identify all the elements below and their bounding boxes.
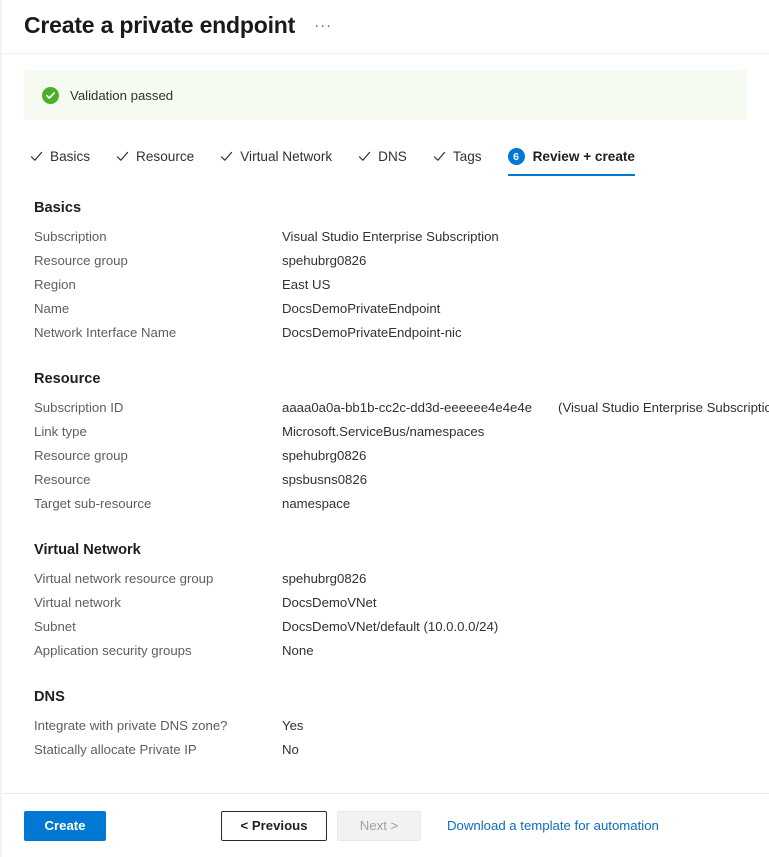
row-value: DocsDemoPrivateEndpoint <box>282 301 441 316</box>
previous-button[interactable]: < Previous <box>221 810 327 841</box>
review-row: Virtual network resource group spehubrg0… <box>34 571 747 595</box>
row-label: Region <box>34 277 76 292</box>
review-row: Statically allocate Private IP No <box>34 742 747 766</box>
row-label: Statically allocate Private IP <box>34 742 197 757</box>
section-virtual-network: Virtual Network Virtual network resource… <box>34 542 747 667</box>
row-value: namespace <box>282 496 351 511</box>
row-label: Application security groups <box>34 643 192 658</box>
step-badge: 6 <box>507 148 525 165</box>
tab-basics[interactable]: Basics <box>30 142 90 176</box>
validation-message: Validation passed <box>70 87 174 103</box>
row-label: Link type <box>34 424 87 439</box>
success-check-icon <box>42 86 59 104</box>
checkmark-icon <box>358 150 371 163</box>
blade-content: Validation passed Basics Resource Virtua… <box>2 54 769 793</box>
review-row: Subscription ID aaaa0a0a-bb1b-cc2c-dd3d-… <box>34 400 769 424</box>
review-row: Network Interface Name DocsDemoPrivateEn… <box>34 325 747 349</box>
wizard-tabs: Basics Resource Virtual Network DNS Tags… <box>30 142 769 176</box>
tab-virtual-network[interactable]: Virtual Network <box>220 142 332 176</box>
section-title: Resource <box>34 371 101 387</box>
row-value: spehubrg0826 <box>282 253 367 268</box>
row-value: None <box>282 643 314 658</box>
row-value: spehubrg0826 <box>282 571 367 586</box>
row-label: Virtual network resource group <box>34 571 214 586</box>
blade-header: Create a private endpoint ··· <box>2 0 769 54</box>
tab-label: DNS <box>378 149 407 164</box>
page-title: Create a private endpoint <box>24 12 296 38</box>
row-value: aaaa0a0a-bb1b-cc2c-dd3d-eeeeee4e4e4e <box>282 400 533 415</box>
section-dns: DNS Integrate with private DNS zone? Yes… <box>34 689 747 766</box>
row-value: East US <box>282 277 331 292</box>
review-sections: Basics Subscription Visual Studio Enterp… <box>2 200 769 766</box>
row-label: Integrate with private DNS zone? <box>34 718 228 733</box>
row-note: (Visual Studio Enterprise Subscription) <box>558 400 769 415</box>
checkmark-icon <box>433 150 446 163</box>
validation-banner: Validation passed <box>24 70 747 120</box>
row-label: Resource group <box>34 448 128 463</box>
review-row: Virtual network DocsDemoVNet <box>34 595 747 619</box>
section-basics: Basics Subscription Visual Studio Enterp… <box>34 200 747 349</box>
review-row: Subnet DocsDemoVNet/default (10.0.0.0/24… <box>34 619 747 643</box>
row-value: DocsDemoVNet/default (10.0.0.0/24) <box>282 619 499 634</box>
review-row: Application security groups None <box>34 643 747 667</box>
tab-label: Basics <box>50 149 91 164</box>
tab-label: Review + create <box>532 149 635 164</box>
review-row: Resource spsbusns0826 <box>34 472 747 496</box>
row-label: Subnet <box>34 619 76 634</box>
checkmark-icon <box>116 150 129 163</box>
section-title: Virtual Network <box>34 542 141 558</box>
review-row: Target sub-resource namespace <box>34 496 747 520</box>
section-resource: Resource Subscription ID aaaa0a0a-bb1b-c… <box>34 371 769 520</box>
row-label: Resource group <box>34 253 128 268</box>
row-label: Resource <box>34 472 91 487</box>
row-label: Network Interface Name <box>34 325 177 340</box>
section-title: DNS <box>34 689 65 705</box>
row-label: Virtual network <box>34 595 121 610</box>
create-private-endpoint-blade: Create a private endpoint ··· Validation… <box>0 0 769 857</box>
row-value: spehubrg0826 <box>282 448 367 463</box>
review-row: Integrate with private DNS zone? Yes <box>34 718 747 742</box>
tab-dns[interactable]: DNS <box>358 142 407 176</box>
row-label: Subscription ID <box>34 400 124 415</box>
review-row: Resource group spehubrg0826 <box>34 448 747 472</box>
row-label: Name <box>34 301 70 316</box>
tab-label: Resource <box>136 149 195 164</box>
tab-tags[interactable]: Tags <box>433 142 482 176</box>
review-row: Link type Microsoft.ServiceBus/namespace… <box>34 424 747 448</box>
wizard-nav-group: < Previous Next > <box>221 810 421 841</box>
review-row: Subscription Visual Studio Enterprise Su… <box>34 229 747 253</box>
row-label: Subscription <box>34 229 107 244</box>
tab-resource[interactable]: Resource <box>116 142 194 176</box>
ellipsis-icon: ··· <box>314 17 333 34</box>
review-row: Resource group spehubrg0826 <box>34 253 747 277</box>
tab-label: Tags <box>452 149 482 164</box>
review-row: Region East US <box>34 277 747 301</box>
section-rows: Integrate with private DNS zone? Yes Sta… <box>34 718 747 766</box>
section-rows: Virtual network resource group spehubrg0… <box>34 571 747 667</box>
checkmark-icon <box>220 150 233 163</box>
more-options-button[interactable]: ··· <box>311 16 335 36</box>
blade-footer: Create < Previous Next > Download a temp… <box>2 793 769 857</box>
row-value: Yes <box>282 718 304 733</box>
row-value: Visual Studio Enterprise Subscription <box>282 229 499 244</box>
row-value: DocsDemoPrivateEndpoint-nic <box>282 325 462 340</box>
tab-review-create[interactable]: 6 Review + create <box>507 142 636 176</box>
checkmark-icon <box>30 150 43 163</box>
section-rows: Subscription ID aaaa0a0a-bb1b-cc2c-dd3d-… <box>34 400 769 520</box>
row-value: DocsDemoVNet <box>282 595 377 610</box>
next-button: Next > <box>337 810 421 841</box>
section-rows: Subscription Visual Studio Enterprise Su… <box>34 229 747 349</box>
download-template-link[interactable]: Download a template for automation <box>447 818 659 833</box>
row-value: Microsoft.ServiceBus/namespaces <box>282 424 485 439</box>
section-title: Basics <box>34 200 82 216</box>
row-label: Target sub-resource <box>34 496 152 511</box>
tab-label: Virtual Network <box>240 149 333 164</box>
create-button[interactable]: Create <box>24 810 106 841</box>
row-value: spsbusns0826 <box>282 472 368 487</box>
row-value: No <box>282 742 299 757</box>
review-row: Name DocsDemoPrivateEndpoint <box>34 301 747 325</box>
